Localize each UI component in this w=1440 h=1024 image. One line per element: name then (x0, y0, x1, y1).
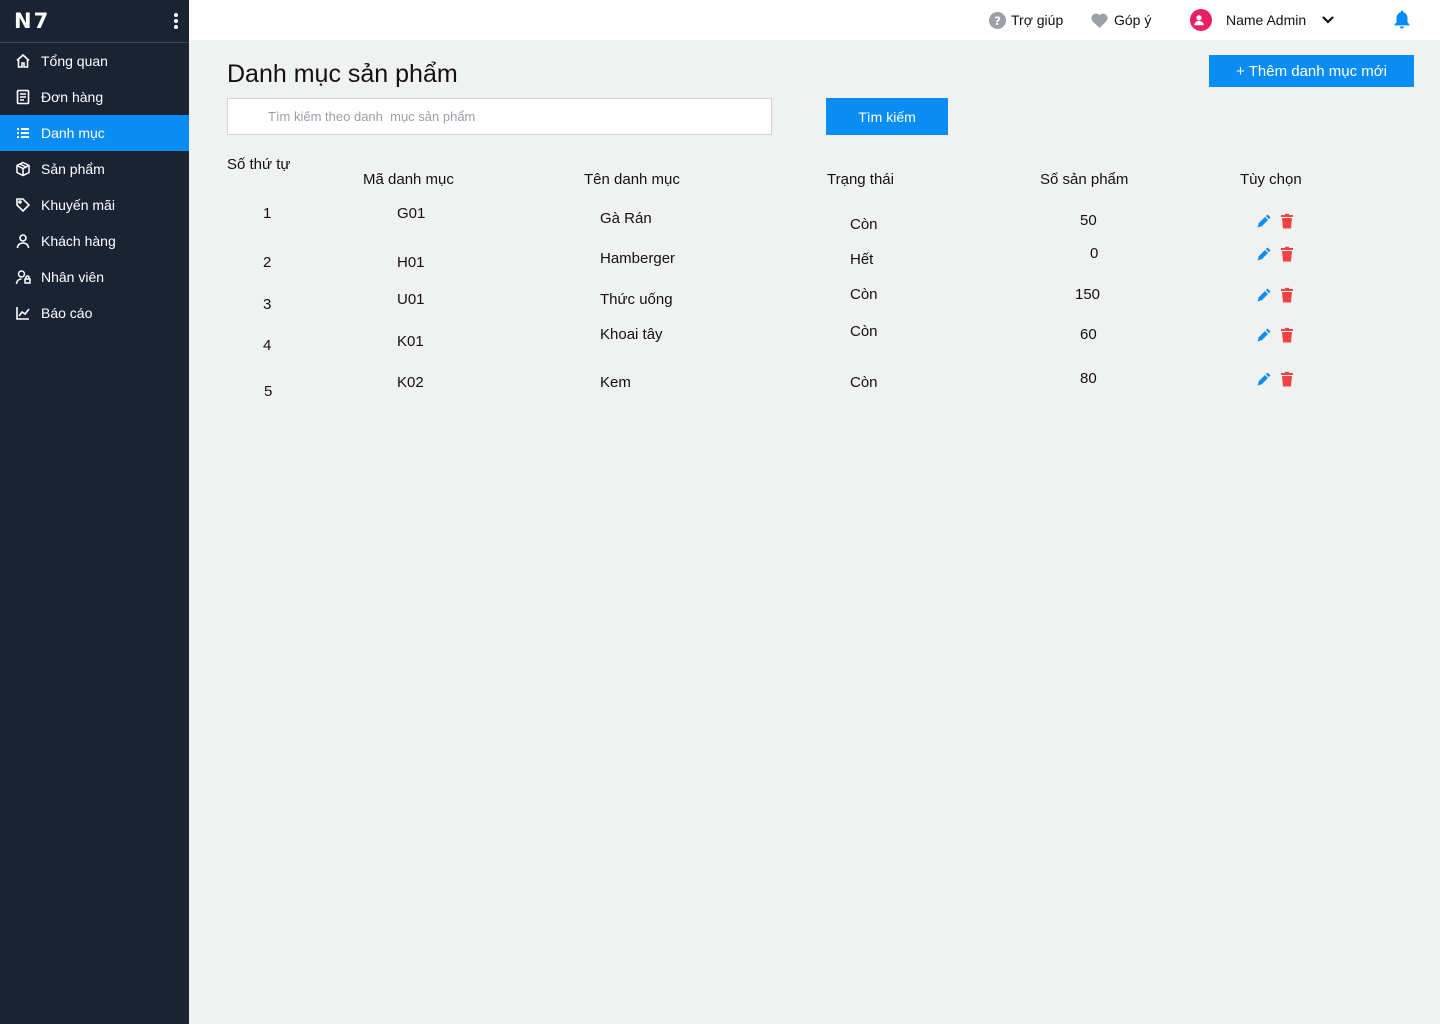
chart-line-icon (15, 305, 31, 321)
cell-index: 1 (263, 205, 272, 222)
column-header-index: Số thứ tự (227, 156, 291, 173)
cell-code: K01 (397, 333, 424, 350)
cell-status: Còn (850, 216, 878, 233)
cell-code: U01 (397, 291, 425, 308)
cell-name: Gà Rán (600, 210, 652, 227)
cell-index: 3 (263, 296, 272, 313)
sidebar-item-nhan-vien[interactable]: Nhân viên (0, 259, 189, 295)
sidebar-item-danh-muc[interactable]: Danh mục (0, 115, 189, 151)
sidebar-item-label: Đơn hàng (41, 89, 104, 105)
search-input[interactable] (268, 99, 768, 134)
column-header-count: Số sản phẩm (1040, 171, 1129, 188)
cell-index: 2 (263, 254, 272, 271)
cell-name: Khoai tây (600, 326, 663, 343)
sidebar-item-bao-cao[interactable]: Báo cáo (0, 295, 189, 331)
svg-text:?: ? (994, 13, 1001, 27)
cell-count: 50 (1080, 212, 1097, 229)
cell-status: Hết (850, 251, 874, 268)
sidebar-item-label: Danh mục (41, 125, 105, 141)
cell-code: G01 (397, 205, 426, 222)
help-icon: ? (989, 11, 1006, 29)
column-header-options: Tùy chọn (1240, 171, 1302, 188)
box-icon (15, 161, 31, 177)
cell-count: 60 (1080, 326, 1097, 343)
cell-status: Còn (850, 286, 878, 303)
cell-name: Kem (600, 374, 631, 391)
cell-index: 5 (264, 383, 273, 400)
sidebar: N7 Tổng quan Đơn hàng Danh mục Sản phẩm … (0, 0, 189, 1024)
help-link[interactable]: ? Trợ giúp (989, 0, 1063, 40)
user-lock-icon (15, 269, 31, 285)
help-label: Trợ giúp (1011, 12, 1064, 28)
edit-icon[interactable] (1256, 246, 1272, 262)
topbar: ? Trợ giúp Góp ý Name Admin (189, 0, 1440, 40)
feedback-label: Góp ý (1114, 12, 1152, 28)
search-button[interactable]: Tìm kiếm (826, 98, 948, 135)
column-header-status: Trạng thái (827, 171, 894, 188)
sidebar-item-khach-hang[interactable]: Khách hàng (0, 223, 189, 259)
brand-logo[interactable]: N7 (14, 9, 50, 33)
add-category-button[interactable]: + Thêm danh mục mới (1209, 55, 1414, 87)
receipt-icon (15, 89, 31, 105)
sidebar-item-don-hang[interactable]: Đơn hàng (0, 79, 189, 115)
sidebar-item-label: Sản phẩm (41, 161, 105, 177)
trash-icon[interactable] (1279, 246, 1295, 262)
cell-name: Thức uống (600, 291, 673, 308)
sidebar-item-san-pham[interactable]: Sản phẩm (0, 151, 189, 187)
edit-icon[interactable] (1256, 327, 1272, 343)
cell-name: Hamberger (600, 250, 676, 267)
sidebar-item-label: Báo cáo (41, 305, 93, 321)
home-icon (15, 53, 31, 69)
user-icon (15, 233, 31, 249)
brand-header: N7 (0, 0, 189, 43)
list-icon (15, 125, 31, 141)
sidebar-item-label: Nhân viên (41, 269, 105, 285)
sidebar-item-tong-quan[interactable]: Tổng quan (0, 43, 189, 79)
sidebar-item-label: Khuyến mãi (41, 197, 115, 213)
sidebar-item-label: Tổng quan (41, 53, 108, 69)
avatar (1190, 9, 1212, 31)
cell-index: 4 (263, 337, 272, 354)
cell-status: Còn (850, 374, 878, 391)
search-box (227, 98, 772, 135)
cell-count: 150 (1075, 286, 1101, 303)
trash-icon[interactable] (1279, 213, 1295, 229)
cell-count: 80 (1080, 370, 1097, 387)
trash-icon[interactable] (1279, 287, 1295, 303)
column-header-code: Mã danh mục (363, 171, 454, 188)
trash-icon[interactable] (1279, 371, 1295, 387)
edit-icon[interactable] (1256, 371, 1272, 387)
trash-icon[interactable] (1279, 327, 1295, 343)
sidebar-item-khuyen-mai[interactable]: Khuyến mãi (0, 187, 189, 223)
edit-icon[interactable] (1256, 213, 1272, 229)
more-vertical-icon[interactable] (170, 12, 182, 32)
column-header-name: Tên danh mục (584, 171, 680, 188)
cell-count: 0 (1090, 245, 1099, 262)
user-name: Name Admin (1226, 12, 1307, 28)
bell-icon[interactable] (1393, 9, 1413, 29)
tag-icon (15, 197, 31, 213)
heart-icon (1091, 13, 1108, 28)
user-menu[interactable]: Name Admin (1190, 0, 1339, 40)
cell-code: K02 (397, 374, 424, 391)
page-title: Danh mục sản phẩm (227, 60, 458, 88)
sidebar-item-label: Khách hàng (41, 233, 116, 249)
cell-status: Còn (850, 323, 878, 340)
chevron-down-icon (1322, 16, 1334, 24)
cell-code: H01 (397, 254, 425, 271)
feedback-link[interactable]: Góp ý (1090, 0, 1151, 40)
edit-icon[interactable] (1256, 287, 1272, 303)
